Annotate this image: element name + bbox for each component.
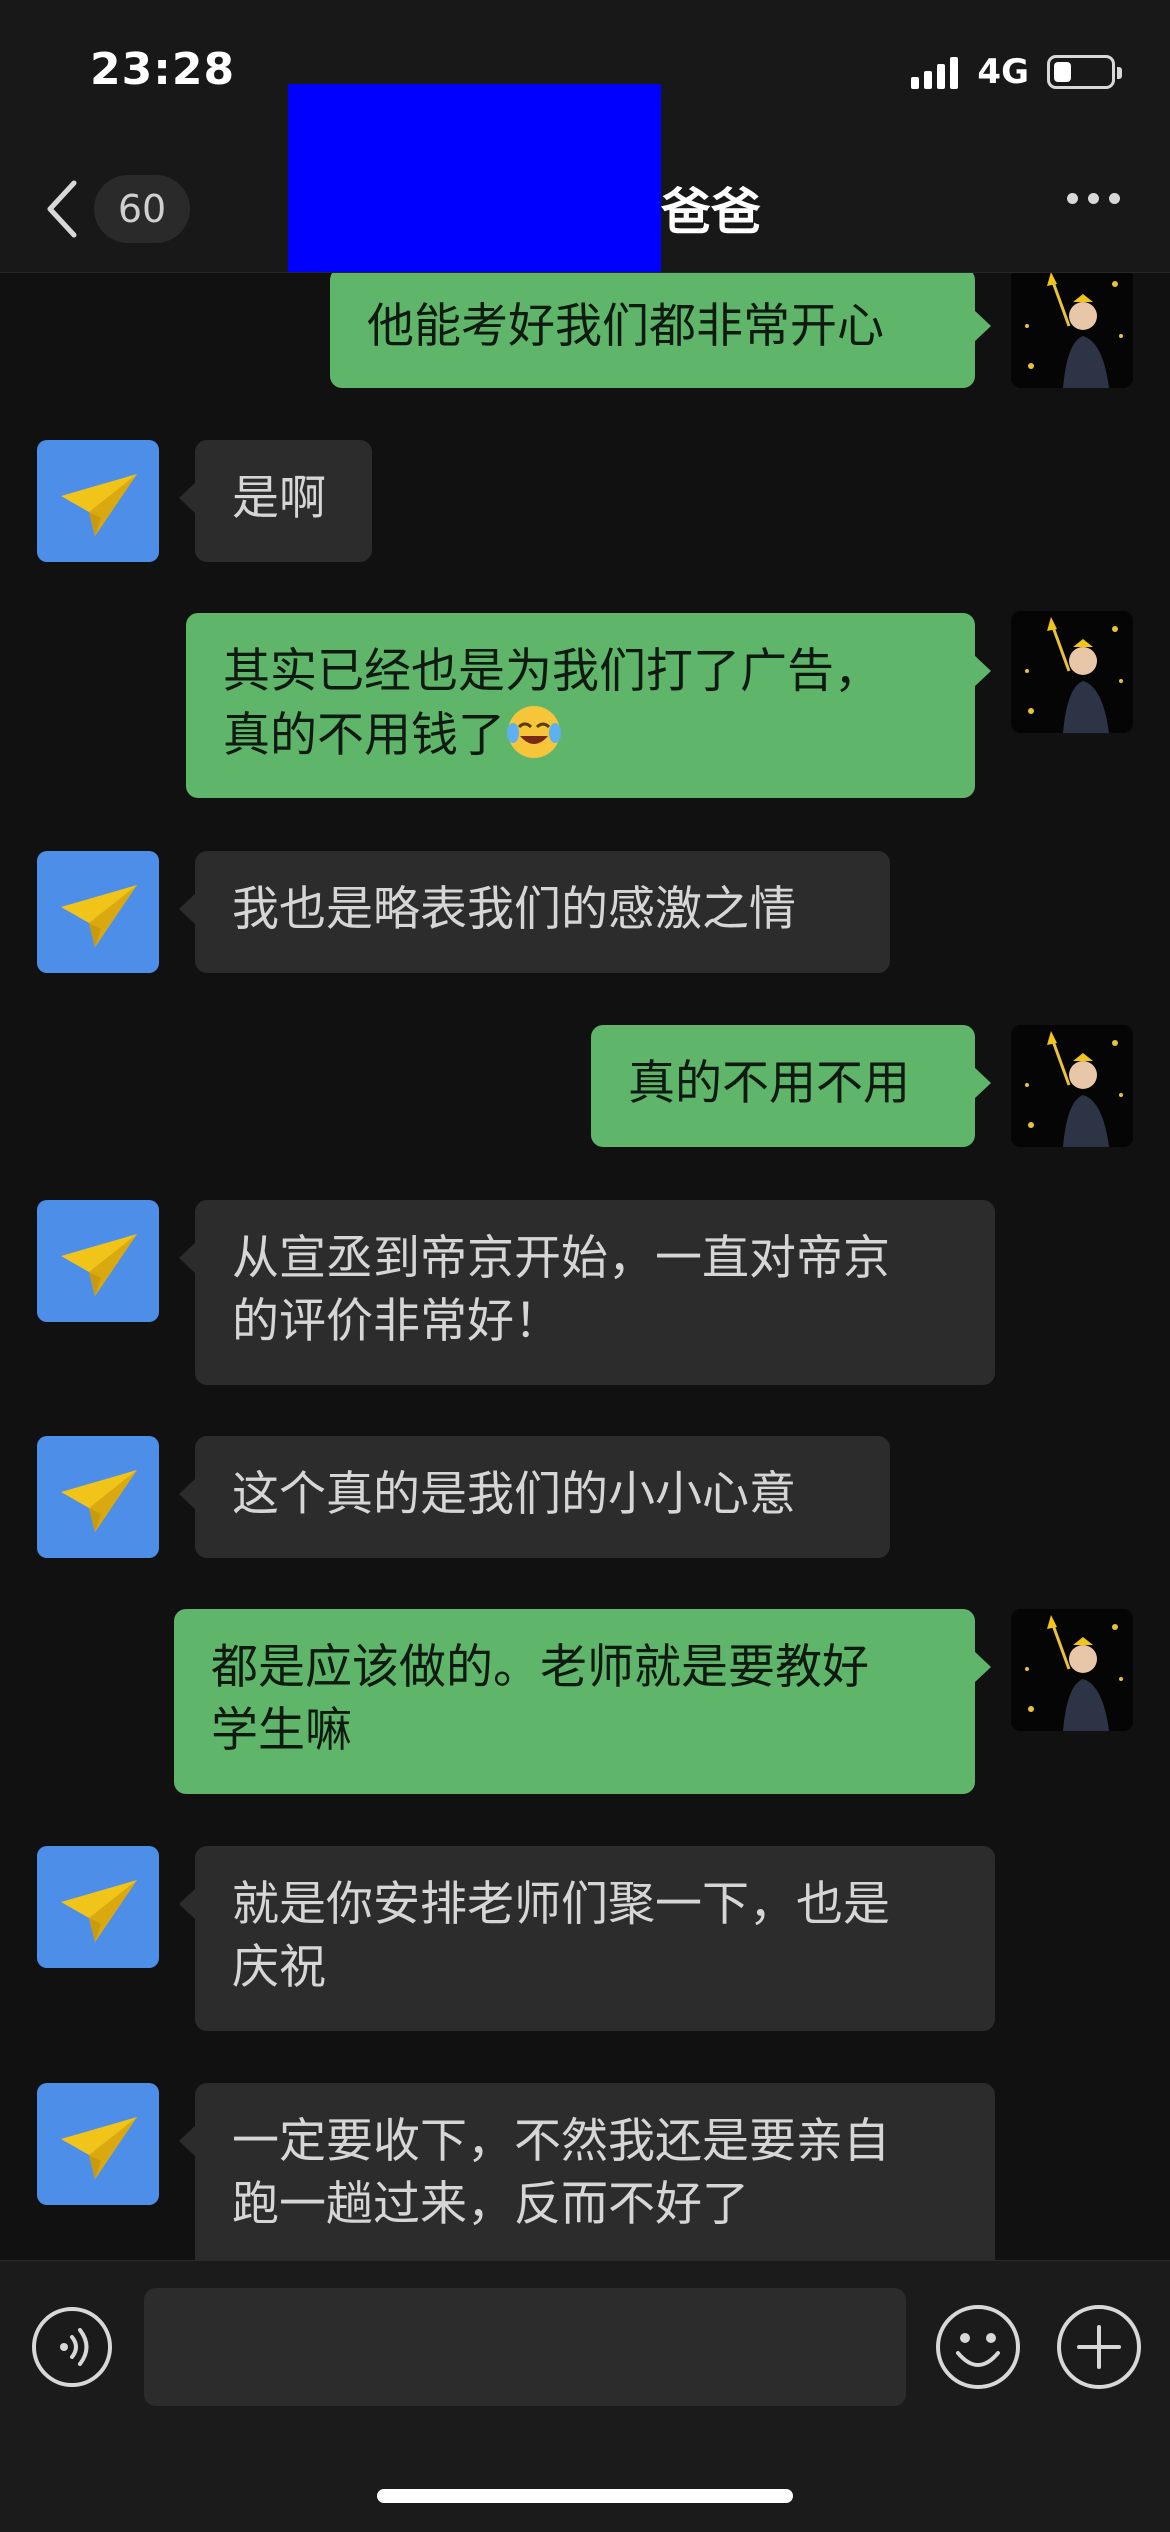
chevron-left-icon [47, 180, 77, 238]
status-indicators: 4G [911, 52, 1122, 92]
contact-avatar[interactable] [37, 851, 159, 973]
back-button[interactable]: 60 [40, 173, 190, 245]
my-avatar[interactable] [1011, 611, 1133, 733]
my-avatar[interactable] [1011, 1609, 1133, 1731]
my-avatar[interactable] [1011, 273, 1133, 388]
message-bubble[interactable]: 是啊 [179, 440, 372, 562]
contact-avatar[interactable] [37, 2083, 159, 2205]
contact-avatar[interactable] [37, 440, 159, 562]
plus-icon[interactable] [1055, 2303, 1143, 2391]
unread-count-badge: 60 [94, 175, 190, 243]
redaction-block [288, 84, 661, 272]
battery-level [1054, 62, 1071, 82]
laughing-crying-emoji-icon [507, 706, 561, 758]
message-bubble[interactable]: 就是你安排老师们聚一下，也是 庆祝 [179, 1846, 995, 2031]
emoji-icon[interactable] [934, 2303, 1022, 2391]
voice-icon[interactable] [30, 2305, 114, 2389]
message-list[interactable]: 他能考好我们都非常开心 是啊 其实已经也是为我们打了广告， 真的不用钱了 我也是… [0, 273, 1170, 2260]
message-bubble[interactable]: 他能考好我们都非常开心 [330, 273, 991, 388]
message-input[interactable] [144, 2288, 906, 2406]
network-label: 4G [977, 52, 1029, 92]
message-bubble[interactable]: 我也是略表我们的感激之情 [179, 851, 890, 973]
chat-screen: 23:28 4G 60 爸爸 他能考好我们都非常开心 是啊 其实已经也是为我们打… [0, 0, 1170, 2532]
chat-title[interactable]: 爸爸 [661, 172, 761, 244]
message-bubble[interactable]: 这个真的是我们的小小心意 [179, 1436, 890, 1558]
message-bubble[interactable]: 一定要收下，不然我还是要亲自 跑一趟过来，反而不好了 [179, 2083, 995, 2260]
status-time: 23:28 [90, 44, 236, 95]
contact-avatar[interactable] [37, 1846, 159, 1968]
contact-avatar[interactable] [37, 1200, 159, 1322]
more-dots-icon[interactable] [1057, 193, 1120, 204]
message-bubble[interactable]: 从宣丞到帝京开始，一直对帝京 的评价非常好！ [179, 1200, 995, 1385]
message-bubble[interactable]: 真的不用不用 [591, 1025, 991, 1147]
battery-icon [1047, 55, 1122, 89]
home-indicator[interactable] [377, 2489, 793, 2503]
message-bubble[interactable]: 都是应该做的。老师就是要教好 学生嘛 [174, 1609, 991, 1794]
contact-avatar[interactable] [37, 1436, 159, 1558]
my-avatar[interactable] [1011, 1025, 1133, 1147]
signal-icon [911, 55, 963, 89]
input-bar [0, 2260, 1170, 2532]
message-bubble[interactable]: 其实已经也是为我们打了广告， 真的不用钱了 [186, 613, 991, 798]
